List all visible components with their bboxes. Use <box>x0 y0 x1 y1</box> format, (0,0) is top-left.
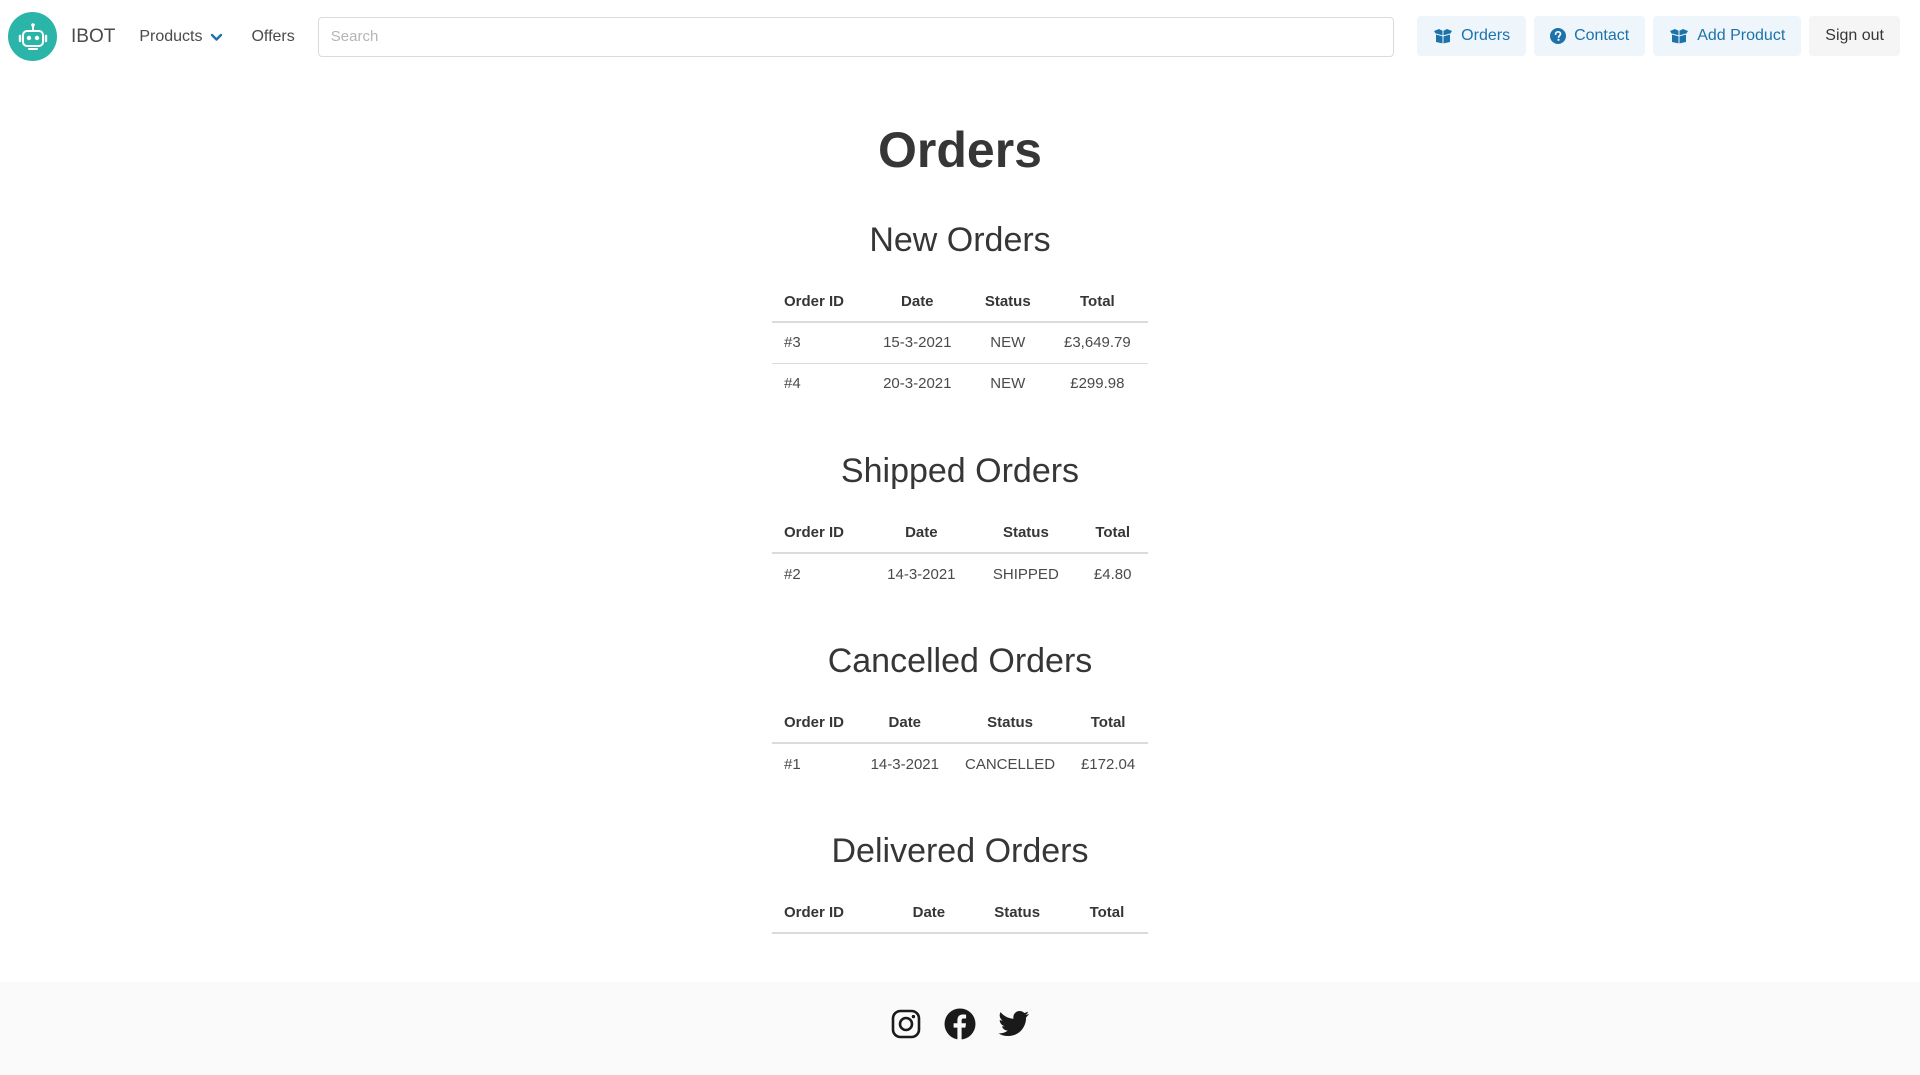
instagram-icon[interactable] <box>890 1008 922 1040</box>
navbar: IBOT Products Offers Orders <box>0 0 1920 73</box>
footer <box>0 982 1920 1075</box>
order-id-cell: #2 <box>784 565 801 583</box>
col-total: Total <box>1046 282 1148 323</box>
robot-logo-icon <box>8 12 57 61</box>
facebook-icon[interactable] <box>944 1008 976 1040</box>
sign-out-button-label: Sign out <box>1825 27 1884 44</box>
date-cell: 20-3-2021 <box>883 375 952 393</box>
col-date: Date <box>865 282 969 323</box>
offers-link[interactable]: Offers <box>251 0 294 73</box>
offers-label: Offers <box>251 27 295 45</box>
search-container <box>317 16 1394 57</box>
delivered-orders-table: Order ID Date Status Total <box>772 893 1148 934</box>
col-total: Total <box>1077 513 1148 554</box>
col-status: Status <box>968 893 1066 934</box>
brand-link[interactable]: IBOT <box>8 0 115 73</box>
products-label: Products <box>139 27 203 45</box>
table-header-row: Order ID Date Status Total <box>772 282 1148 323</box>
question-circle-icon <box>1550 28 1567 44</box>
cancelled-orders-table: Order ID Date Status Total #1 14-3-2021 … <box>772 703 1148 784</box>
contact-button-label: Contact <box>1574 27 1630 44</box>
date-cell: 14-3-2021 <box>870 755 939 773</box>
status-cell: NEW <box>990 375 1026 393</box>
col-total: Total <box>1068 703 1148 744</box>
table-header-row: Order ID Date Status Total <box>772 893 1148 934</box>
section-title: Shipped Orders <box>840 452 1080 490</box>
orders-button[interactable]: Orders <box>1417 16 1527 56</box>
delivered-orders-section: Delivered Orders Order ID Date Status To… <box>0 831 1920 934</box>
sign-out-button[interactable]: Sign out <box>1809 16 1900 56</box>
total-cell: £4.80 <box>1093 565 1132 583</box>
chevron-down-icon <box>210 32 223 42</box>
col-date: Date <box>868 513 975 554</box>
total-cell: £172.04 <box>1080 755 1136 773</box>
col-status: Status <box>951 703 1069 744</box>
order-id-cell: #4 <box>784 375 801 393</box>
table-header-row: Order ID Date Status Total <box>772 703 1148 744</box>
table-row[interactable]: #3 15-3-2021 NEW £3,649.79 <box>772 322 1148 364</box>
section-title: Cancelled Orders <box>827 642 1093 680</box>
products-dropdown[interactable]: Products <box>139 0 223 73</box>
table-row[interactable]: #4 20-3-2021 NEW £299.98 <box>772 363 1148 404</box>
nav-actions: Orders Contact Add Product Sign out <box>1417 16 1900 56</box>
page-title: Orders <box>878 122 1042 178</box>
table-header-row: Order ID Date Status Total <box>772 513 1148 554</box>
twitter-icon[interactable] <box>998 1008 1030 1040</box>
col-date: Date <box>857 703 952 744</box>
col-status: Status <box>968 282 1047 323</box>
date-cell: 15-3-2021 <box>865 322 969 364</box>
new-orders-section: New Orders Order ID Date Status Total #3… <box>0 220 1920 404</box>
search-input[interactable] <box>317 16 1394 57</box>
brand-name: IBOT <box>71 25 116 47</box>
add-product-button[interactable]: Add Product <box>1653 16 1802 56</box>
col-order-id: Order ID <box>772 893 890 934</box>
shipped-orders-section: Shipped Orders Order ID Date Status Tota… <box>0 451 1920 594</box>
box-icon <box>1669 28 1689 44</box>
col-total: Total <box>1065 893 1148 934</box>
col-order-id: Order ID <box>772 513 869 554</box>
order-id-cell: #1 <box>784 755 801 773</box>
table-row[interactable]: #1 14-3-2021 CANCELLED £172.04 <box>772 743 1148 784</box>
col-status: Status <box>974 513 1078 554</box>
status-cell: NEW <box>968 322 1047 364</box>
col-order-id: Order ID <box>772 703 858 744</box>
date-cell: 14-3-2021 <box>887 565 956 583</box>
col-order-id: Order ID <box>772 282 866 323</box>
section-title: New Orders <box>869 221 1051 259</box>
order-id-cell: #3 <box>772 322 866 364</box>
section-title: Delivered Orders <box>831 832 1089 870</box>
col-date: Date <box>889 893 969 934</box>
status-cell: SHIPPED <box>992 565 1059 583</box>
add-product-button-label: Add Product <box>1697 27 1786 44</box>
total-cell: £299.98 <box>1070 375 1125 393</box>
shipped-orders-table: Order ID Date Status Total #2 14-3-2021 … <box>772 513 1148 594</box>
total-cell: £3,649.79 <box>1046 322 1148 364</box>
table-row[interactable]: #2 14-3-2021 SHIPPED £4.80 <box>772 553 1148 594</box>
status-cell: CANCELLED <box>965 755 1056 773</box>
new-orders-table: Order ID Date Status Total #3 15-3-2021 … <box>772 282 1148 404</box>
box-icon <box>1433 28 1453 44</box>
contact-button[interactable]: Contact <box>1534 16 1646 56</box>
cancelled-orders-section: Cancelled Orders Order ID Date Status To… <box>0 641 1920 784</box>
orders-button-label: Orders <box>1461 27 1511 44</box>
